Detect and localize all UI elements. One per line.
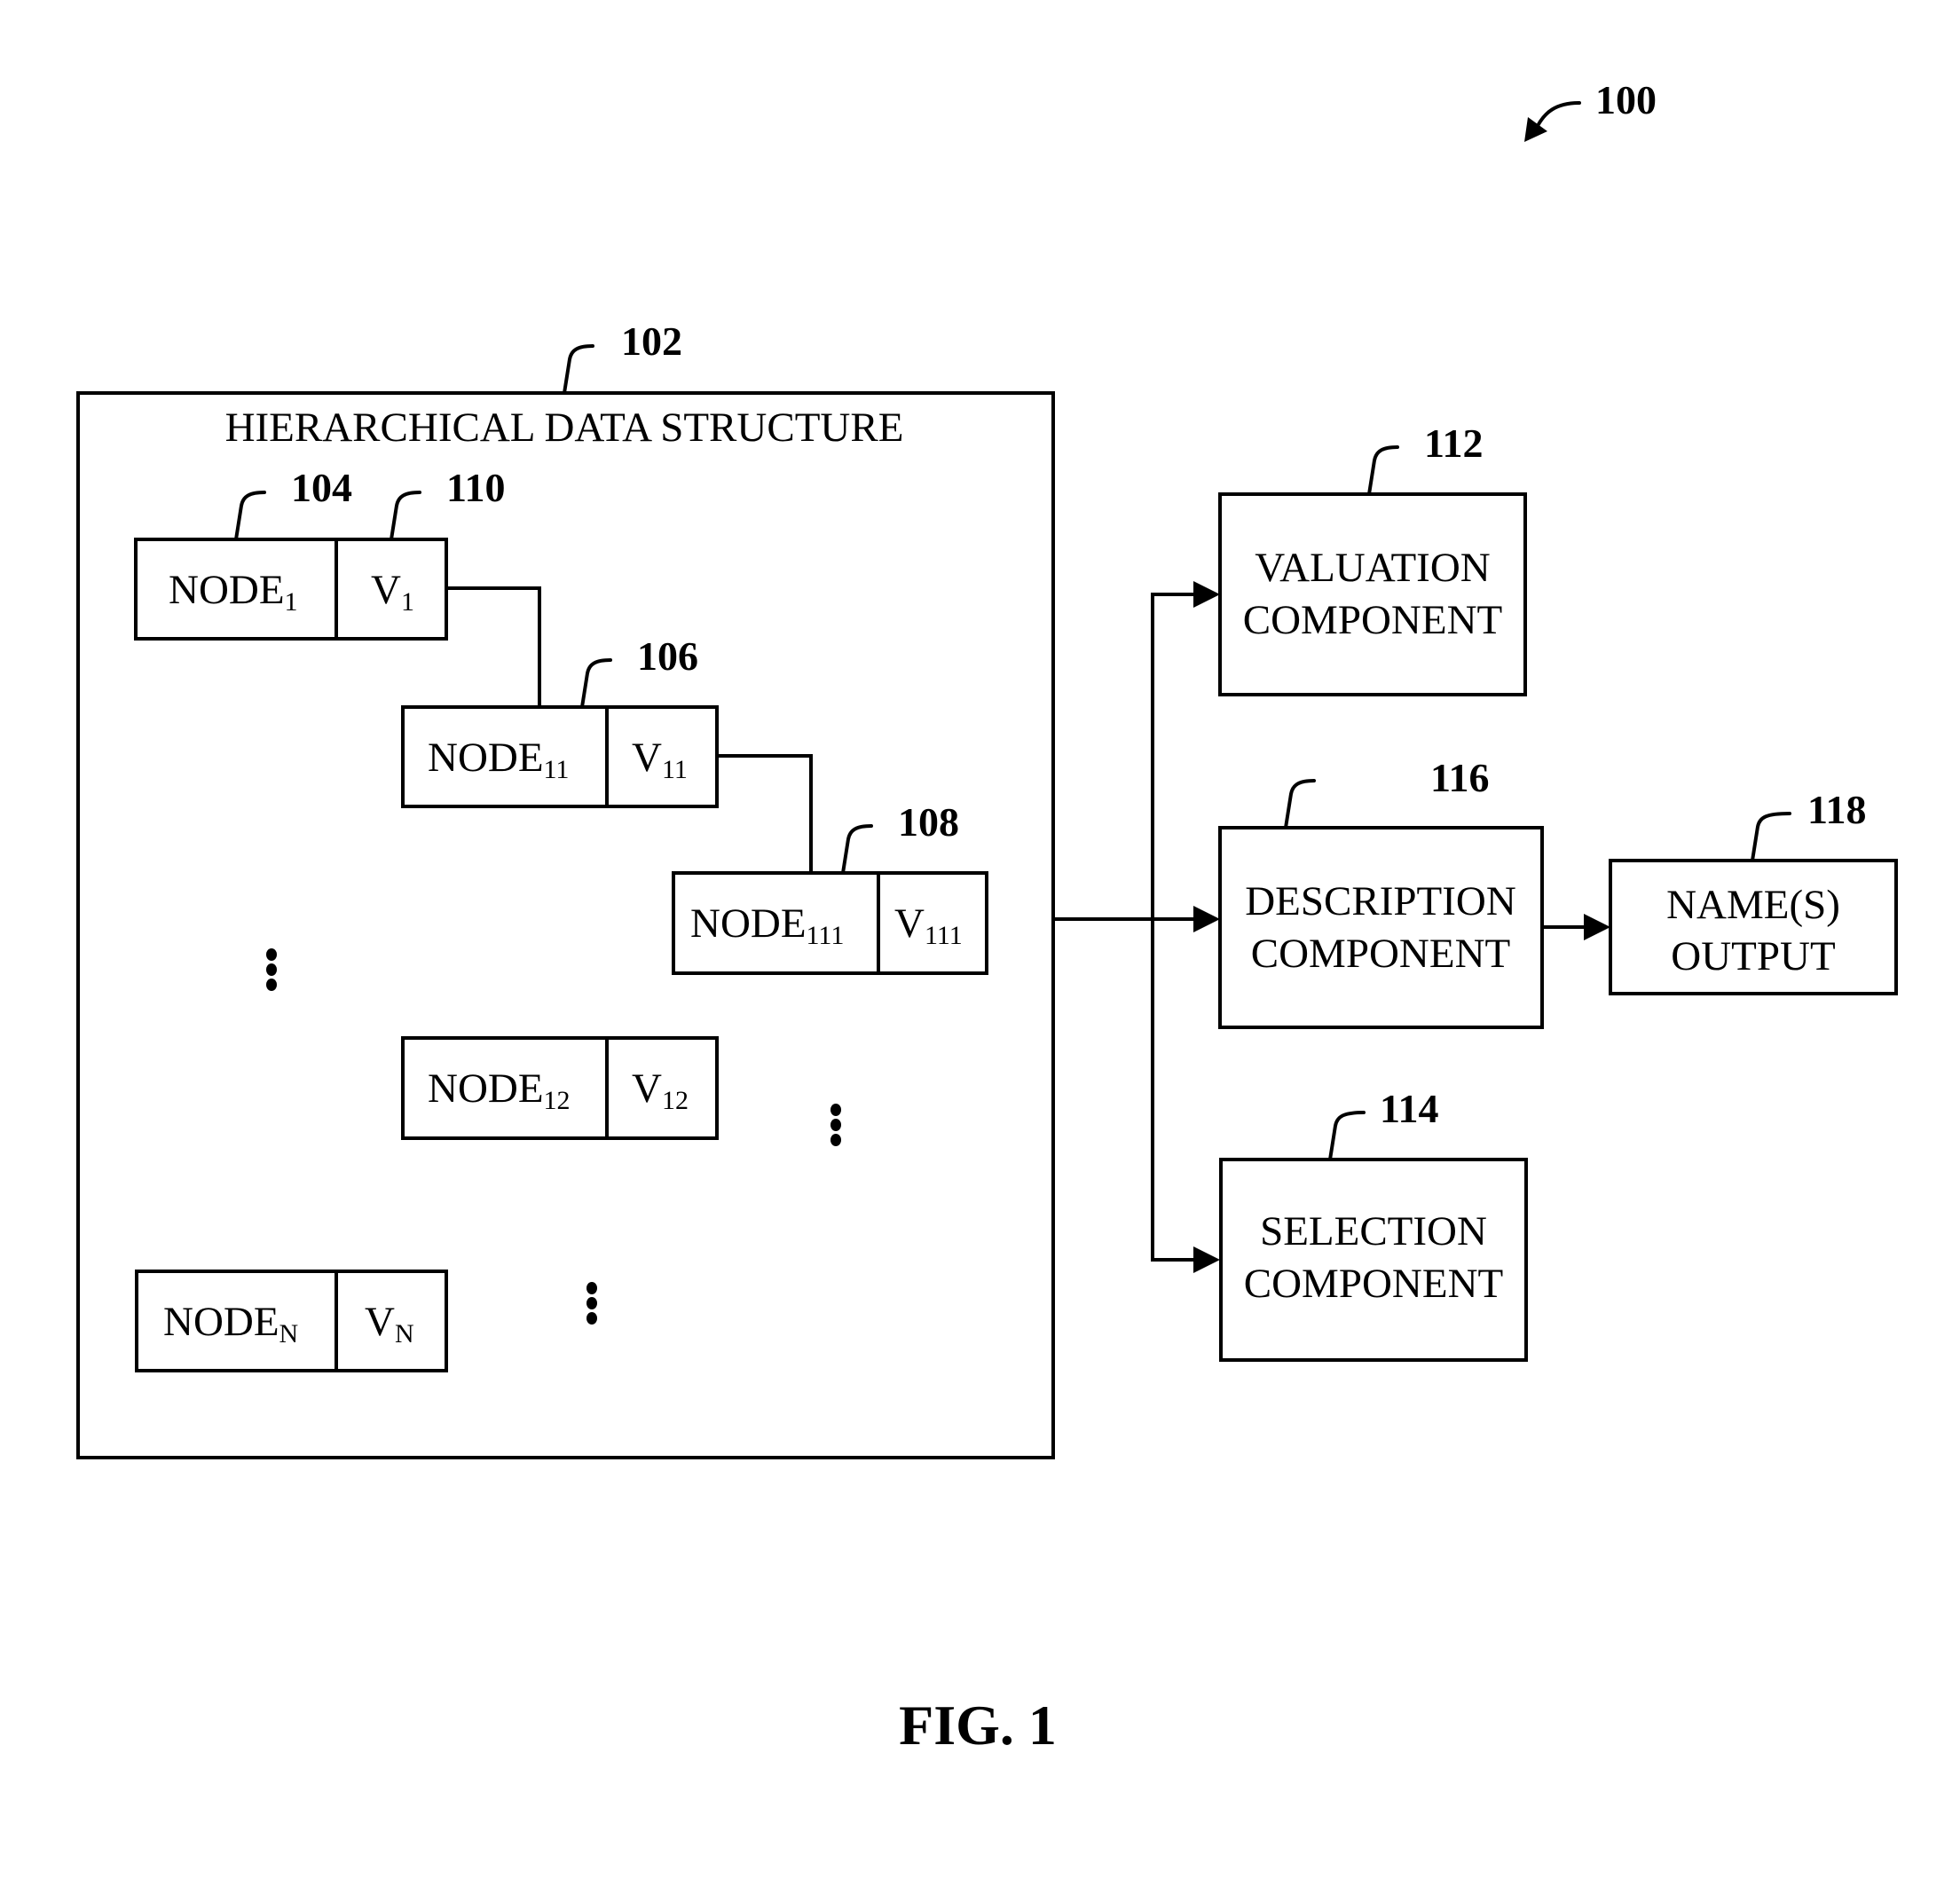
figure-label: FIG. 1 [899, 1694, 1057, 1757]
output-bus [1053, 581, 1220, 1273]
selection-component-line2: COMPONENT [1244, 1261, 1503, 1307]
selection-component-line1: SELECTION [1260, 1208, 1487, 1254]
reference-104: 104 [291, 465, 352, 510]
callout-leader-114 [1328, 1111, 1366, 1161]
figure-reference-number: 100 [1595, 77, 1657, 122]
description-component: DESCRIPTION COMPONENT 116 [1218, 755, 1544, 1029]
selection-component-box [1219, 1158, 1528, 1362]
ellipsis-right [830, 1104, 841, 1146]
callout-leader-118 [1751, 812, 1791, 862]
description-component-line1: DESCRIPTION [1245, 878, 1516, 924]
valuation-component-line2: COMPONENT [1243, 597, 1502, 643]
node-1-label: NODE1 [169, 567, 298, 617]
callout-leader-116 [1284, 779, 1316, 829]
node-n-label: NODEN [163, 1299, 298, 1348]
valuation-component: VALUATION COMPONENT 112 [1218, 421, 1527, 696]
arrow-to-names-output-icon [1584, 914, 1610, 940]
arrow-to-selection-icon [1193, 1246, 1220, 1273]
node-12: NODE12 V12 [401, 1036, 719, 1140]
arrow-to-description-icon [1193, 906, 1220, 932]
description-component-box [1218, 826, 1544, 1029]
ellipsis-left [266, 948, 277, 991]
node-n: NODEN VN [135, 1270, 448, 1372]
arrowhead-icon [1524, 117, 1547, 142]
arrow-to-valuation-icon [1193, 581, 1220, 608]
patent-diagram: 100 HIERARCHICAL DATA STRUCTURE 102 NODE… [76, 77, 1898, 1757]
ellipsis-bottom [586, 1282, 597, 1325]
curved-arrow-icon [1533, 101, 1581, 133]
hierarchical-data-structure-title: HIERARCHICAL DATA STRUCTURE [225, 405, 904, 451]
names-output-line2: OUTPUT [1671, 933, 1835, 979]
reference-110: 110 [446, 465, 505, 510]
reference-114: 114 [1380, 1086, 1438, 1131]
valuation-component-box [1218, 492, 1527, 696]
reference-108: 108 [898, 799, 959, 845]
reference-116: 116 [1430, 755, 1489, 800]
reference-118: 118 [1807, 787, 1866, 832]
reference-106: 106 [637, 633, 698, 679]
figure-reference-100: 100 [1524, 77, 1657, 142]
description-component-line2: COMPONENT [1251, 931, 1510, 977]
names-output: NAME(S) OUTPUT 118 [1609, 787, 1898, 995]
selection-component: SELECTION COMPONENT 114 [1219, 1086, 1528, 1362]
names-output-line1: NAME(S) [1666, 882, 1840, 928]
callout-leader-112 [1367, 445, 1399, 496]
callout-leader-102 [563, 344, 594, 395]
valuation-component-line1: VALUATION [1255, 545, 1490, 591]
reference-102: 102 [621, 318, 682, 364]
reference-112: 112 [1424, 421, 1483, 466]
